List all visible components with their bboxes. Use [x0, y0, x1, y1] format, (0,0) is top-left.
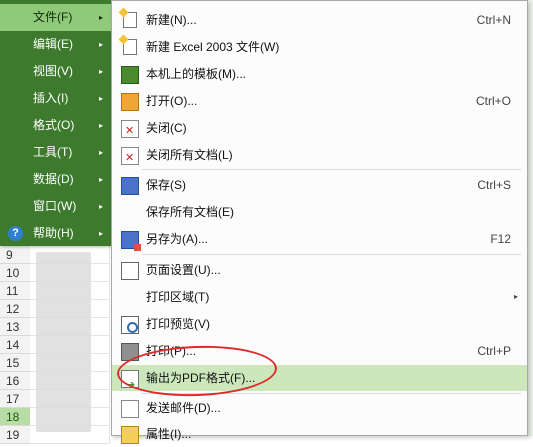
menu-edit[interactable]: 编辑(E) ▸ [0, 31, 111, 58]
row-header[interactable]: 19 [0, 426, 30, 444]
chevron-right-icon: ▸ [99, 202, 104, 211]
help-icon: ? [8, 226, 23, 241]
menu-separator [142, 254, 521, 255]
menu-item-print-area[interactable]: 打印区域(T) ▸ [112, 284, 527, 310]
menu-item-label: 新建(N)... [146, 13, 197, 27]
open-folder-icon [121, 93, 139, 111]
menu-item-open[interactable]: 打开(O)... Ctrl+O [112, 88, 527, 114]
menu-label: 插入(I) [33, 91, 69, 105]
properties-icon [121, 426, 139, 444]
menu-item-new[interactable]: 新建(N)... Ctrl+N [112, 7, 527, 33]
chevron-right-icon: ▸ [99, 229, 104, 238]
row-header[interactable]: 11 [0, 282, 30, 300]
menu-item-send-mail[interactable]: 发送邮件(D)... [112, 395, 527, 421]
menu-item-label: 关闭(C) [146, 121, 187, 135]
menu-item-label: 本机上的模板(M)... [146, 67, 246, 81]
save-as-icon [121, 231, 141, 251]
template-icon [121, 66, 139, 84]
menu-item-properties[interactable]: 属性(I)... [112, 421, 527, 447]
sheet-edge [528, 0, 533, 436]
menu-label: 文件(F) [33, 10, 73, 24]
menu-item-close[interactable]: 关闭(C) [112, 115, 527, 144]
menu-label: 工具(T) [33, 145, 73, 159]
chevron-right-icon: ▸ [513, 292, 518, 301]
menu-label: 编辑(E) [33, 37, 73, 51]
row-header[interactable]: 17 [0, 390, 30, 408]
menu-item-label: 打开(O)... [146, 94, 198, 108]
page-setup-icon [121, 262, 139, 280]
chevron-right-icon: ▸ [99, 67, 104, 76]
menu-item-page-setup[interactable]: 页面设置(U)... [112, 257, 527, 283]
menu-format[interactable]: 格式(O) ▸ [0, 112, 111, 139]
new-document-icon [123, 12, 137, 28]
menu-item-label: 打印区域(T) [146, 290, 210, 304]
row-header[interactable]: 16 [0, 372, 30, 390]
menu-item-label: 另存为(A)... [146, 232, 208, 246]
menu-item-label: 发送邮件(D)... [146, 401, 221, 415]
print-preview-icon [121, 316, 139, 334]
menu-help[interactable]: ? 帮助(H) ▸ [0, 220, 111, 247]
row-header[interactable]: 13 [0, 318, 30, 336]
row-header[interactable]: 9 [0, 246, 30, 264]
menu-item-label: 打印预览(V) [146, 317, 210, 331]
menu-item-save-all[interactable]: 保存所有文档(E) [112, 199, 527, 225]
shortcut-label: Ctrl+P [477, 344, 511, 358]
chevron-right-icon: ▸ [99, 121, 104, 130]
menu-item-label: 保存(S) [146, 178, 186, 192]
row-header[interactable]: 14 [0, 336, 30, 354]
row-header[interactable]: 15 [0, 354, 30, 372]
menu-window[interactable]: 窗口(W) ▸ [0, 193, 111, 220]
menu-item-close-all[interactable]: 关闭所有文档(L) [112, 142, 527, 171]
menu-view[interactable]: 视图(V) ▸ [0, 58, 111, 85]
menu-item-save-as[interactable]: 另存为(A)... F12 [112, 226, 527, 252]
shortcut-label: Ctrl+S [477, 178, 511, 192]
menu-item-label: 页面设置(U)... [146, 263, 221, 277]
mail-icon [121, 400, 139, 418]
menu-item-local-templates[interactable]: 本机上的模板(M)... [112, 61, 527, 87]
main-menu: 文件(F) ▸ 编辑(E) ▸ 视图(V) ▸ 插入(I) ▸ 格式(O) ▸ … [0, 0, 111, 246]
menu-tools[interactable]: 工具(T) ▸ [0, 139, 111, 166]
menu-data[interactable]: 数据(D) ▸ [0, 166, 111, 193]
chevron-right-icon: ▸ [99, 148, 104, 157]
shortcut-label: Ctrl+O [475, 94, 511, 108]
close-all-icon [121, 145, 139, 171]
menu-label: 数据(D) [33, 172, 74, 186]
chevron-right-icon: ▸ [99, 40, 104, 49]
menu-item-label: 保存所有文档(E) [146, 205, 234, 219]
menu-item-new-excel-2003[interactable]: 新建 Excel 2003 文件(W) [112, 34, 527, 60]
menu-item-print-preview[interactable]: 打印预览(V) [112, 311, 527, 337]
chevron-right-icon: ▸ [99, 175, 104, 184]
menu-insert[interactable]: 插入(I) ▸ [0, 85, 111, 112]
shortcut-label: Ctrl+N [476, 13, 511, 27]
menu-item-label: 新建 Excel 2003 文件(W) [146, 40, 280, 54]
chevron-right-icon: ▸ [99, 94, 104, 103]
row-header[interactable]: 12 [0, 300, 30, 318]
menu-label: 窗口(W) [33, 199, 77, 213]
menu-item-save[interactable]: 保存(S) Ctrl+S [112, 172, 527, 198]
save-icon [121, 177, 139, 195]
shortcut-label: F12 [490, 232, 511, 246]
menu-label: 视图(V) [33, 64, 73, 78]
new-excel-icon [123, 39, 137, 55]
row-header[interactable]: 10 [0, 264, 30, 282]
row-header-selected[interactable]: 18 [0, 408, 30, 426]
chevron-right-icon: ▸ [99, 13, 104, 22]
menu-separator [142, 169, 521, 170]
menu-file[interactable]: 文件(F) ▸ [0, 4, 111, 31]
blurred-content [36, 252, 91, 432]
menu-item-label: 关闭所有文档(L) [146, 148, 233, 162]
menu-label: 帮助(H) [33, 226, 74, 240]
menu-label: 格式(O) [33, 118, 75, 132]
menu-item-label: 属性(I)... [146, 427, 192, 441]
close-icon [121, 118, 139, 144]
